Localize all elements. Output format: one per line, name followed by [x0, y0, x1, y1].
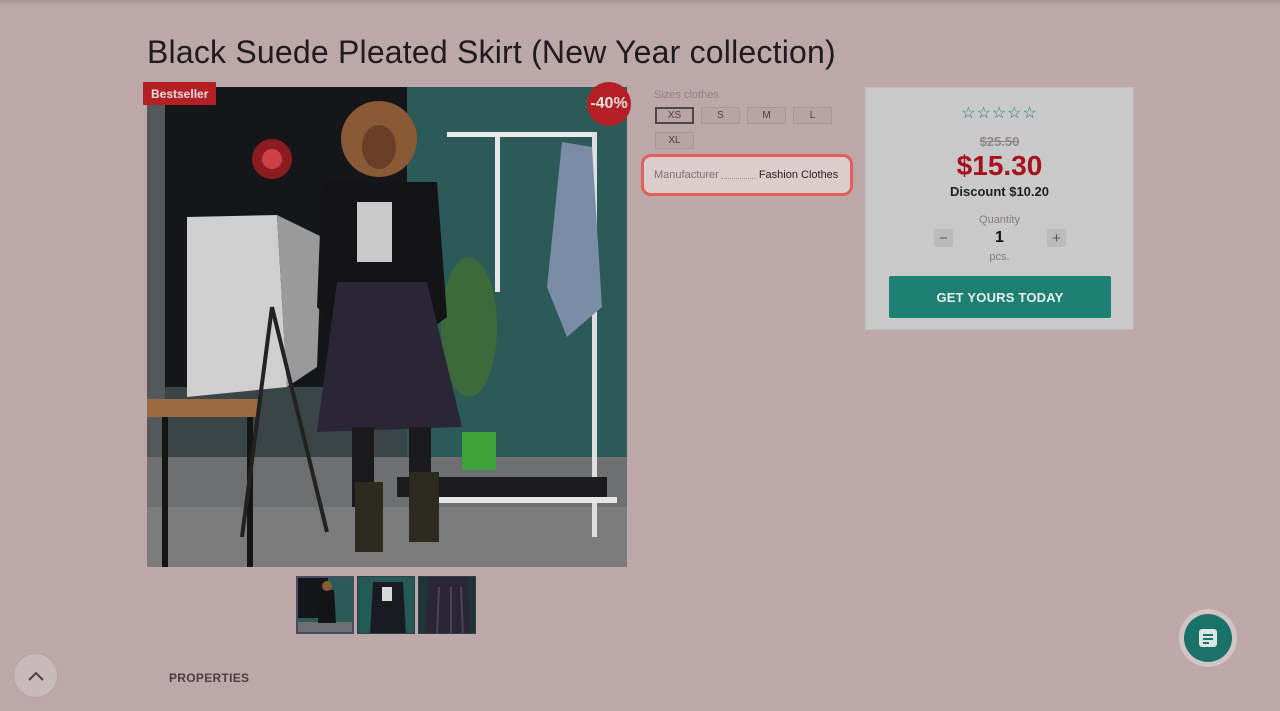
quantity-unit: pcs. — [989, 251, 1010, 263]
scroll-to-top-button[interactable] — [13, 653, 58, 698]
thumbnail-image — [358, 577, 414, 633]
thumbnail-image — [419, 577, 475, 633]
discount-amount: Discount $10.20 — [950, 184, 1049, 199]
size-option-xl[interactable]: XL — [655, 132, 694, 149]
star-outline-icon[interactable]: ☆ — [961, 105, 976, 122]
thumbnail-1[interactable] — [296, 576, 354, 634]
properties-tab[interactable]: PROPERTIES — [169, 671, 249, 685]
size-option-xs[interactable]: XS — [655, 107, 694, 124]
product-title: Black Suede Pleated Skirt (New Year coll… — [147, 34, 836, 70]
bestseller-badge: Bestseller — [143, 82, 217, 105]
product-main-image[interactable] — [147, 87, 627, 567]
chat-button[interactable] — [1179, 609, 1237, 667]
discount-badge: -40% — [587, 82, 631, 126]
size-option-l[interactable]: L — [793, 107, 832, 124]
thumbnail-image — [298, 578, 352, 632]
chevron-up-icon — [27, 671, 44, 681]
thumbnail-3[interactable] — [418, 576, 476, 634]
manufacturer-label: Manufacturer — [654, 169, 719, 181]
size-option-m[interactable]: M — [747, 107, 786, 124]
thumbnail-2[interactable] — [357, 576, 415, 634]
chat-icon — [1199, 629, 1217, 647]
quantity-value[interactable]: 1 — [866, 229, 1133, 247]
quantity-increase-button[interactable]: + — [1047, 229, 1066, 247]
thumbnail-strip — [296, 576, 476, 634]
chat-button-inner — [1184, 614, 1232, 662]
star-outline-icon[interactable]: ☆ — [976, 105, 991, 122]
sizes-label: Sizes clothes — [654, 89, 719, 101]
current-price: $15.30 — [956, 150, 1043, 181]
get-yours-today-button[interactable]: GET YOURS TODAY — [889, 276, 1111, 318]
quantity-label: Quantity — [979, 214, 1020, 226]
product-photo — [147, 87, 627, 567]
rating-stars[interactable]: ☆☆☆☆☆ — [866, 103, 1133, 123]
star-outline-icon[interactable]: ☆ — [1007, 105, 1022, 122]
manufacturer-value[interactable]: Fashion Clothes — [759, 169, 839, 181]
old-price: $25.50 — [979, 134, 1020, 149]
dotted-leader — [720, 177, 755, 179]
purchase-panel: ☆☆☆☆☆ $25.50 $15.30 Discount $10.20 Quan… — [865, 87, 1134, 330]
size-option-s[interactable]: S — [701, 107, 740, 124]
manufacturer-row: Manufacturer Fashion Clothes — [641, 154, 853, 196]
star-outline-icon[interactable]: ☆ — [992, 105, 1007, 122]
star-outline-icon[interactable]: ☆ — [1023, 105, 1038, 122]
top-shade — [0, 0, 1280, 6]
